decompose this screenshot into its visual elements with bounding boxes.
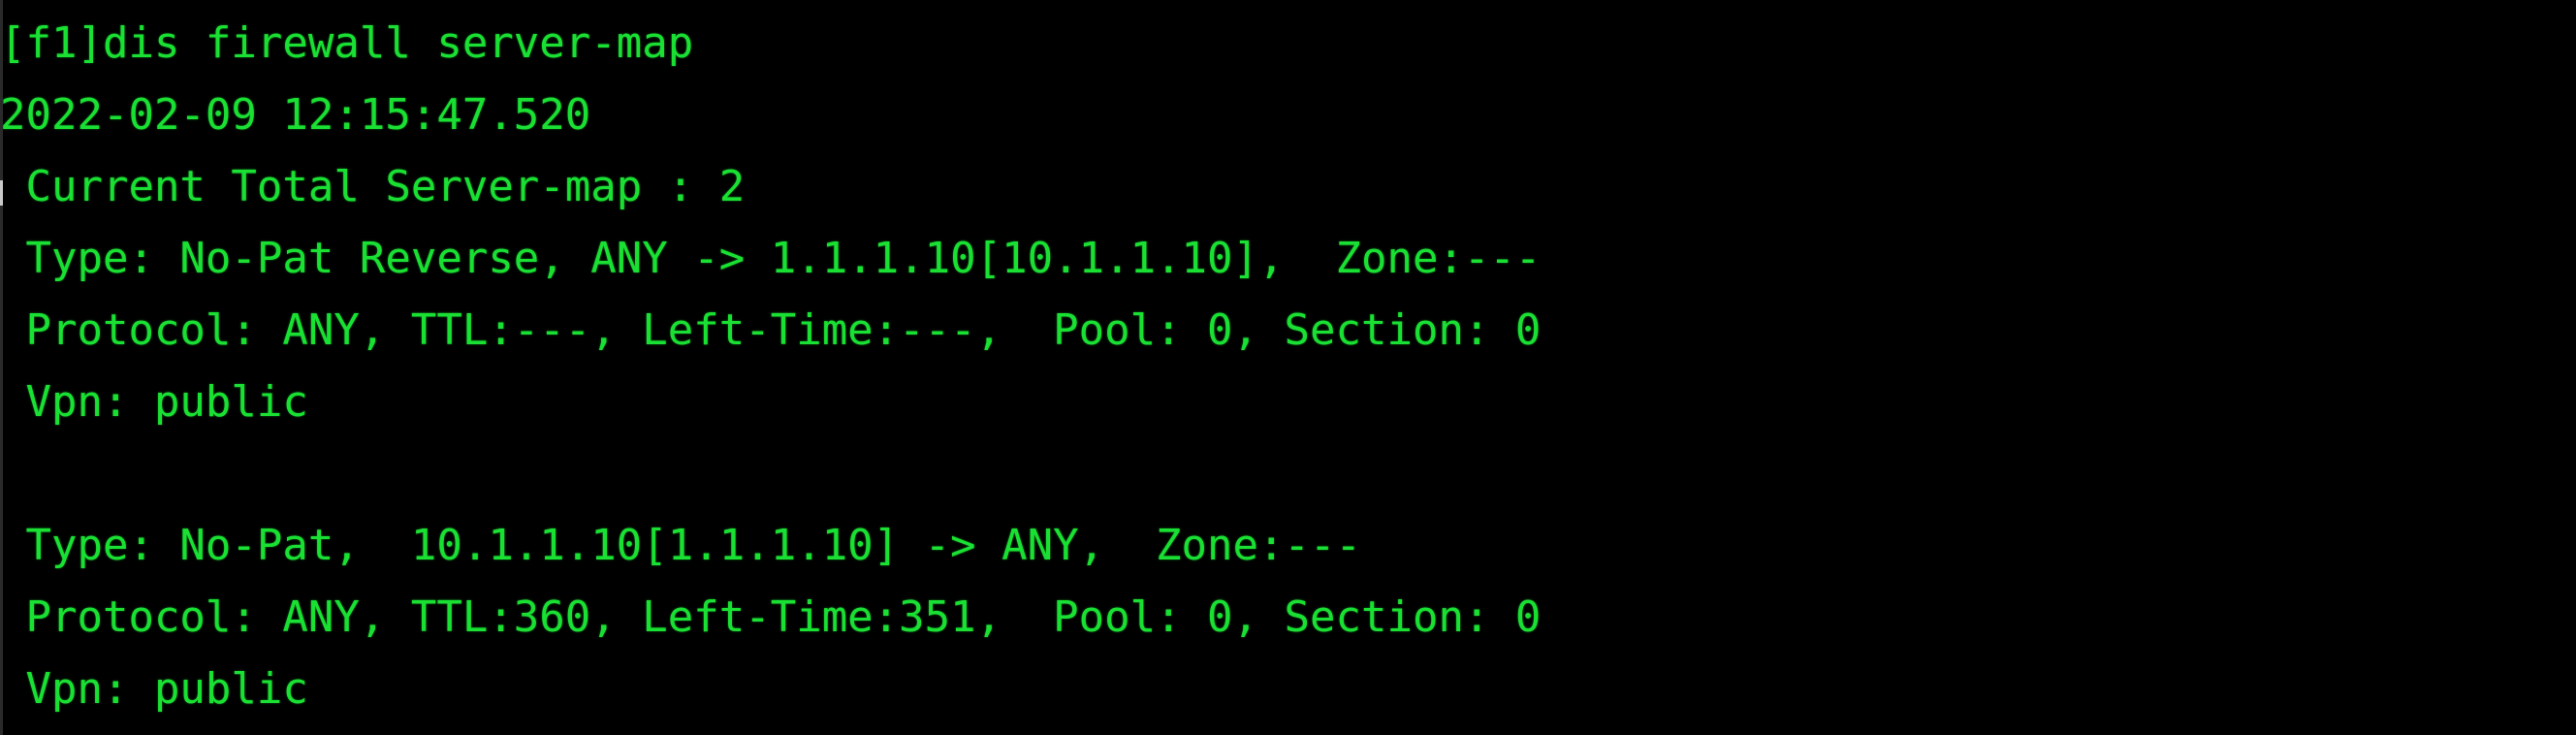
console-line-command: [f1]dis firewall server-map — [0, 18, 694, 68]
console-line-total-count: Current Total Server-map : 2 — [0, 162, 746, 211]
window-border-highlight — [0, 180, 3, 206]
console-line-blank — [0, 438, 2576, 510]
console-line-entry1-protocol: Protocol: ANY, TTL:---, Left-Time:---, P… — [0, 305, 1542, 355]
terminal-window[interactable]: [f1]dis firewall server-map 2022-02-09 12… — [0, 0, 2576, 735]
console-output[interactable]: [f1]dis firewall server-map 2022-02-09 12… — [0, 0, 2576, 725]
console-line-entry2-type: Type: No-Pat, 10.1.1.10[1.1.1.10] -> ANY… — [0, 521, 1361, 570]
console-line-timestamp: 2022-02-09 12:15:47.520 — [0, 90, 591, 140]
console-line-entry2-vpn: Vpn: public — [0, 664, 308, 714]
console-line-entry1-vpn: Vpn: public — [0, 377, 308, 427]
window-left-border — [0, 0, 3, 735]
console-line-entry1-type: Type: No-Pat Reverse, ANY -> 1.1.1.10[10… — [0, 234, 1542, 283]
console-line-entry2-protocol: Protocol: ANY, TTL:360, Left-Time:351, P… — [0, 592, 1542, 642]
